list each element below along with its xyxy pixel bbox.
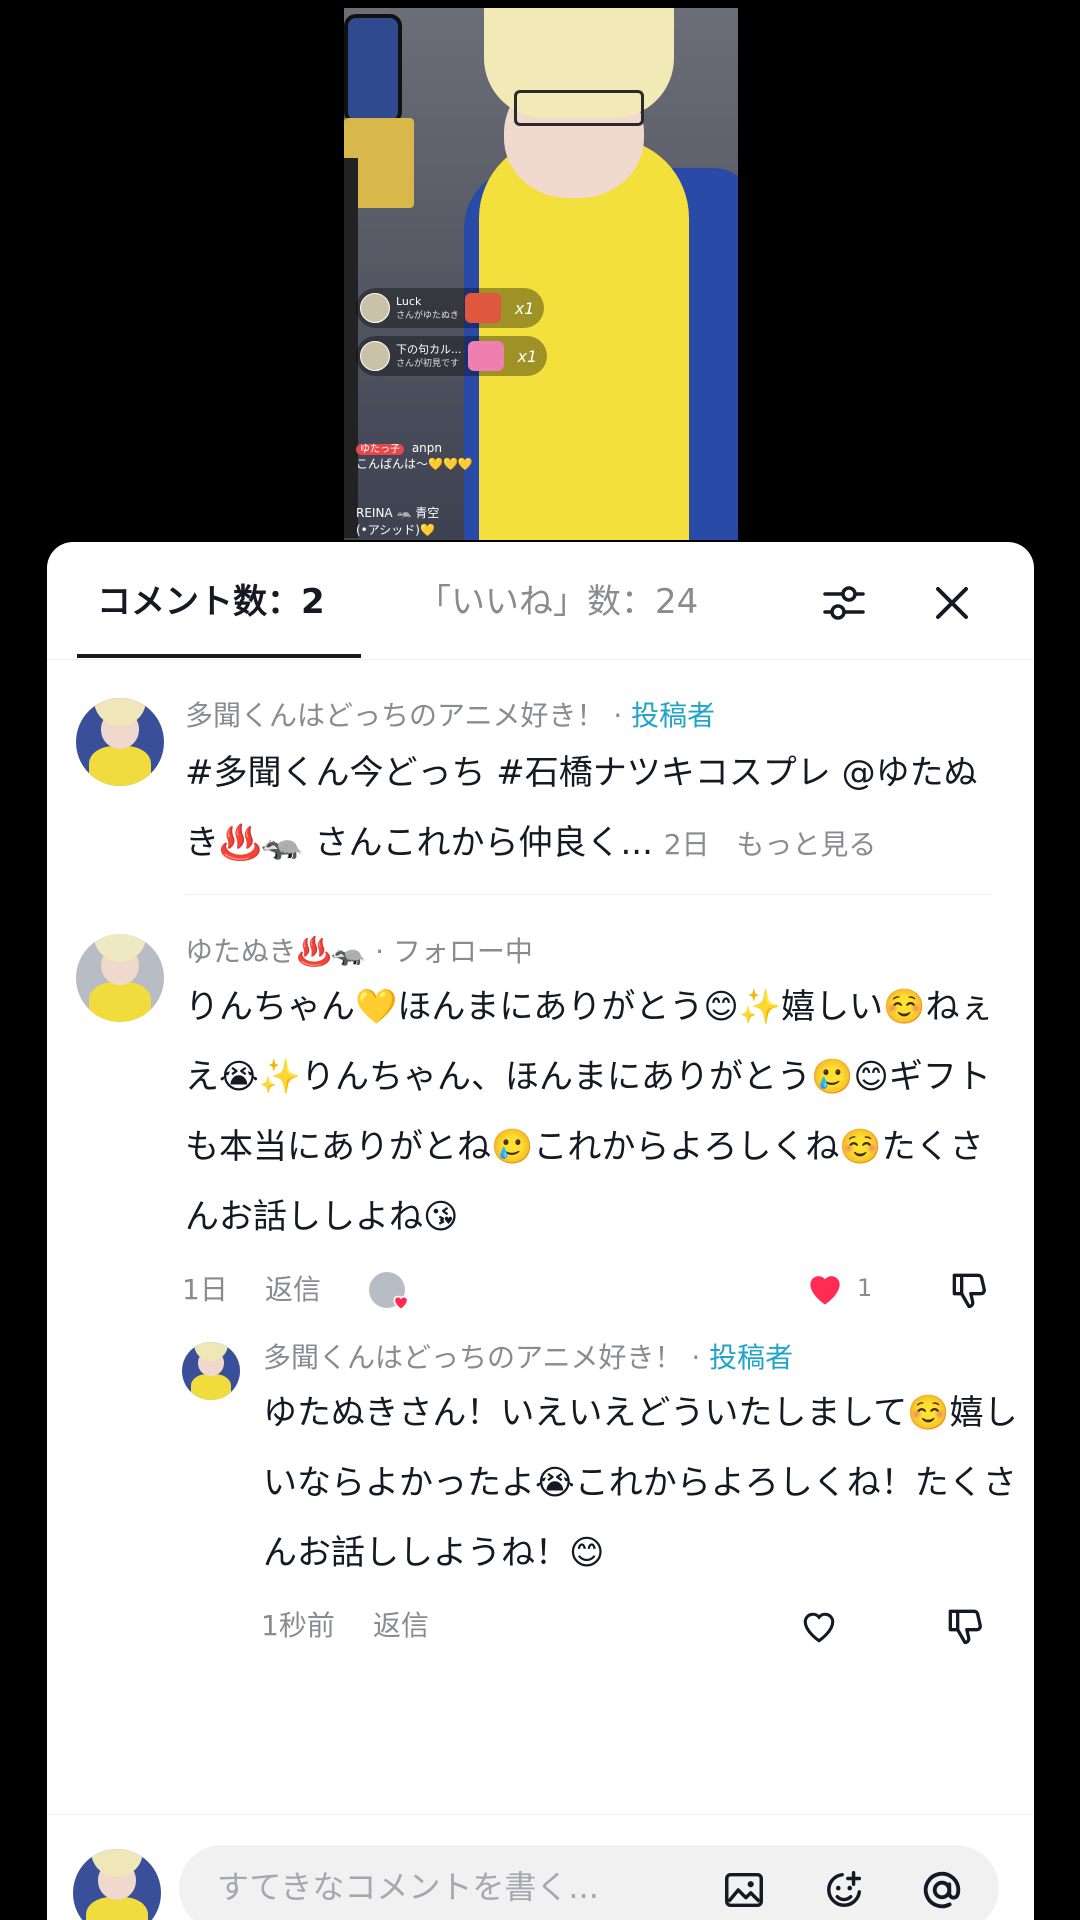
heart-filled-icon <box>810 1276 840 1305</box>
username-separator: · <box>366 935 393 968</box>
username-text: 多聞くんはどっちのアニメ好き！ <box>263 1341 683 1374</box>
username-text: 多聞くんはどっちのアニメ好き！ <box>185 699 605 732</box>
live-chat-message: REINA 🦡 青空 (•アシッド)💛 <box>356 504 439 538</box>
following-tag: フォロー中 <box>392 935 533 968</box>
live-video-preview[interactable]: Luck さんがゆたぬき x1 下の句カル... さんが初見です x1 ゆたっ子… <box>344 8 738 540</box>
reply-button[interactable]: 返信 <box>373 1606 429 1646</box>
gift-sender-sub: さんが初見です <box>396 359 460 369</box>
username-text: ゆたぬき♨️🦡 <box>185 935 367 968</box>
tab-comments[interactable]: コメント数：2 <box>97 578 325 626</box>
image-button[interactable] <box>719 1865 769 1915</box>
chat-text: こんばんは〜💛💛💛 <box>356 457 473 471</box>
comments-sheet: コメント数：2 「いいね」数：24 多聞くんはどっちのアニメ好き！ · 投稿者 … <box>47 542 1034 1920</box>
gift-count: x1 <box>514 298 535 318</box>
video-figure-glasses <box>514 90 644 126</box>
gift-count: x1 <box>517 346 538 366</box>
avatar[interactable] <box>76 934 164 1022</box>
see-more-link[interactable]: もっと見る <box>736 828 876 861</box>
live-chat-message: ゆたっ子 anpn こんばんは〜💛💛💛 <box>356 440 473 472</box>
like-button[interactable] <box>797 1604 841 1652</box>
comment-input[interactable] <box>217 1865 697 1909</box>
tab-fade-overlay <box>767 572 807 632</box>
author-tag: 投稿者 <box>709 1341 794 1374</box>
gift-sender-name: 下の句カル... <box>396 343 462 356</box>
divider <box>185 894 993 895</box>
username-separator: · <box>604 699 632 732</box>
avatar[interactable] <box>76 698 164 786</box>
comments-tab-bar: コメント数：2 「いいね」数：24 <box>47 542 1034 660</box>
comment-input-container <box>179 1845 999 1920</box>
dislike-button[interactable] <box>947 1268 991 1316</box>
emoji-icon <box>827 1871 862 1907</box>
comment-text: ゆたぬきさん！いえいえどういたしまして☺️嬉しいならよかったよ😭これからよろしく… <box>263 1393 1018 1573</box>
gift-sender-info: Luck さんがゆたぬき <box>396 295 459 321</box>
gift-sender-name: Luck <box>396 295 422 308</box>
creator-liked-heart-icon <box>393 1295 409 1311</box>
gift-sender-info: 下の句カル... さんが初見です <box>396 343 462 369</box>
gift-sender-avatar <box>360 293 390 323</box>
comment-time: 1日 <box>182 1273 228 1306</box>
close-button[interactable] <box>927 578 977 628</box>
heart-outline-icon <box>803 1612 835 1643</box>
close-icon <box>936 587 968 619</box>
chat-user: REINA 🦡 青空 <box>356 506 440 520</box>
reply-button[interactable]: 返信 <box>265 1270 321 1310</box>
chat-user: anpn <box>411 441 443 455</box>
mention-button[interactable] <box>917 1865 967 1915</box>
comment-input-bar <box>47 1814 1034 1920</box>
username-separator: · <box>682 1341 710 1374</box>
comment-text: りんちゃん💛ほんまにありがとう😊✨嬉しい☺️ねぇえ😭✨りんちゃん、ほんまにありが… <box>185 987 994 1237</box>
filter-sliders-icon <box>823 586 865 620</box>
like-button[interactable]: 1 <box>803 1266 872 1310</box>
filter-button[interactable] <box>819 578 869 628</box>
gift-image <box>467 341 504 371</box>
gift-image <box>464 293 501 323</box>
like-count: 1 <box>857 1274 873 1302</box>
comment-text: #多聞くん今どっち #石橋ナツキコスプレ @ゆたぬき♨️🦡 さんこれから仲良く.… <box>185 738 1005 878</box>
video-phone-prop <box>344 14 402 124</box>
thumbs-down-icon <box>952 1273 986 1309</box>
active-tab-indicator <box>77 654 361 658</box>
dislike-button[interactable] <box>943 1604 987 1652</box>
gift-sender-avatar <box>360 341 390 371</box>
avatar[interactable] <box>182 1342 240 1400</box>
comment-username[interactable]: 多聞くんはどっちのアニメ好き！ · 投稿者 <box>185 696 715 736</box>
my-avatar <box>73 1849 161 1920</box>
gift-notification: 下の句カル... さんが初見です x1 <box>356 336 548 376</box>
comment-time: 1秒前 <box>261 1609 335 1642</box>
author-tag: 投稿者 <box>631 699 716 732</box>
gift-notification: Luck さんがゆたぬき x1 <box>356 288 545 328</box>
chat-badge: ゆたっ子 <box>356 444 404 455</box>
comment-time: 2日 <box>663 828 710 861</box>
thumbs-down-icon <box>948 1609 982 1645</box>
gift-sender-sub: さんがゆたぬき <box>396 311 459 321</box>
comment-username[interactable]: 多聞くんはどっちのアニメ好き！ · 投稿者 <box>263 1338 793 1378</box>
at-mention-icon <box>923 1871 961 1909</box>
chat-text: (•アシッド)💛 <box>356 523 435 537</box>
tab-likes[interactable]: 「いいね」数：24 <box>417 578 698 626</box>
image-icon <box>725 1872 763 1908</box>
emoji-button[interactable] <box>819 1865 869 1915</box>
comment-username[interactable]: ゆたぬき♨️🦡 · フォロー中 <box>185 932 533 972</box>
